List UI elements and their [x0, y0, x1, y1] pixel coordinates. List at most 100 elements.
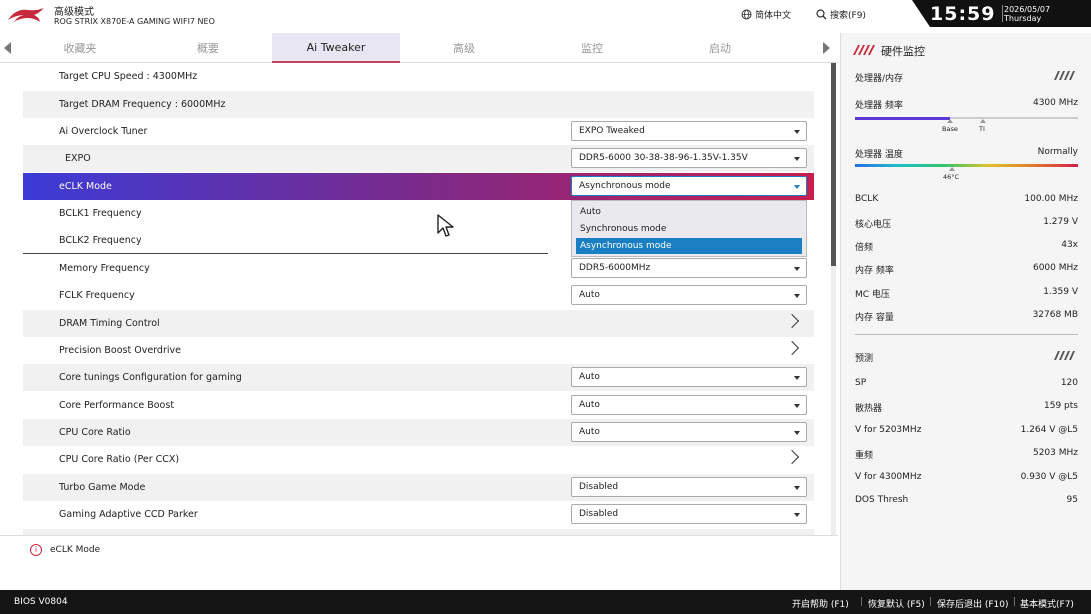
tab-left-arrow-icon[interactable] [4, 42, 11, 54]
dropdown-caret-icon [794, 157, 800, 161]
core-performance-boost-dropdown[interactable]: Auto [571, 395, 807, 415]
cpu-frequency-bar-fill [855, 117, 950, 120]
setting-row-fclk-frequency[interactable]: FCLK Frequency Auto [23, 282, 814, 309]
predict-value: 1.264 V @L5 [1020, 425, 1078, 435]
temperature-marker-label: 46°C [943, 173, 960, 181]
chevron-right-icon[interactable] [784, 340, 800, 356]
dropdown-value: Auto [579, 427, 600, 437]
cpu-memory-section-title: 处理器/内存 [855, 74, 904, 84]
search-button[interactable]: 搜索(F9) [816, 8, 866, 21]
tab-favorites[interactable]: 收藏夹 [16, 33, 144, 63]
stat-row-bclk: BCLK 100.00 MHz [855, 194, 1078, 204]
fclk-frequency-dropdown[interactable]: Auto [571, 285, 807, 305]
footer-separator: | [929, 597, 933, 607]
tab-ai-tweaker[interactable]: Ai Tweaker [272, 33, 400, 63]
setting-row-dram-timing-control[interactable]: DRAM Timing Control [23, 310, 814, 337]
basic-mode-f7-button[interactable]: 基本模式(F7) [1020, 597, 1074, 610]
cpu-frequency-row: 处理器 频率 4300 MHz [855, 98, 1078, 111]
date-text: 2026/05/07 [1004, 5, 1051, 14]
tab-right-arrow-icon[interactable] [823, 42, 830, 54]
setting-label: BCLK2 Frequency [59, 235, 142, 246]
option-asynchronous-mode[interactable]: Asynchronous mode [576, 238, 802, 254]
setting-label: EXPO [65, 153, 91, 164]
setting-row-expo[interactable]: EXPO DDR5-6000 30-38-38-96-1.35V-1.35V [23, 145, 814, 172]
dropdown-value: Auto [579, 290, 600, 300]
help-text: eCLK Mode [50, 545, 101, 555]
footer-separator: | [1013, 597, 1017, 607]
chevron-right-icon[interactable] [784, 313, 800, 329]
stat-value: 1.279 V [1043, 217, 1078, 227]
setting-row-core-tunings[interactable]: Core tunings Configuration for gaming Au… [23, 364, 814, 391]
clock-time: 15:59 [930, 3, 996, 25]
ti-marker-icon [980, 119, 986, 123]
setting-row-cpu-core-ratio[interactable]: CPU Core Ratio Auto [23, 419, 814, 446]
dropdown-value: DDR5-6000 30-38-38-96-1.35V-1.35V [579, 153, 748, 163]
clock-date: 2026/05/07 Thursday [1004, 5, 1050, 23]
setting-row-memory-frequency[interactable]: Memory Frequency DDR5-6000MHz [23, 255, 814, 282]
tab-overview[interactable]: 概要 [144, 33, 272, 63]
predict-label: DOS Thresh [855, 495, 909, 505]
stat-label: 内存 频率 [855, 266, 894, 276]
language-label: 简体中文 [755, 11, 792, 21]
stat-row-ratio: 倍频 43x [855, 240, 1078, 253]
ai-overclock-tuner-dropdown[interactable]: EXPO Tweaked [571, 121, 807, 141]
search-label: 搜索(F9) [830, 11, 866, 21]
memory-frequency-dropdown[interactable]: DDR5-6000MHz [571, 258, 807, 278]
option-auto[interactable]: Auto [576, 204, 802, 220]
chevron-right-icon[interactable] [784, 449, 800, 465]
setting-row-cpu-core-ratio-per-ccx[interactable]: CPU Core Ratio (Per CCX) [23, 446, 814, 473]
hardware-monitor-title: 硬件监控 [881, 45, 925, 58]
gaming-adaptive-ccd-parker-dropdown[interactable]: Disabled [571, 504, 807, 524]
load-defaults-f5-button[interactable]: 恢复默认 (F5) [868, 597, 925, 610]
setting-label: CPU Core Ratio (Per CCX) [59, 454, 180, 465]
prediction-section-title: 预测 [855, 354, 874, 364]
globe-icon [741, 9, 752, 20]
setting-row-eclk-mode[interactable]: eCLK Mode Asynchronous mode [23, 173, 814, 200]
predict-label: 重频 [855, 451, 874, 461]
cpu-temperature-bar [855, 164, 1078, 167]
cpu-temperature-value: Normally [1037, 147, 1078, 157]
help-f1-button[interactable]: 开启帮助 (F1) [792, 597, 849, 610]
header: 高级模式 ROG STRIX X870E-A GAMING WIFI7 NEO … [0, 0, 1091, 33]
tab-bar: 收藏夹 概要 Ai Tweaker 高级 监控 启动 [0, 33, 838, 63]
core-tunings-dropdown[interactable]: Auto [571, 367, 807, 387]
setting-label: Precision Boost Overdrive [59, 345, 181, 356]
eclk-mode-dropdown[interactable]: Asynchronous mode [571, 176, 807, 196]
section-stripes-icon [1054, 351, 1075, 360]
predict-row-v-4300: V for 4300MHz 0.930 V @L5 [855, 472, 1078, 482]
dropdown-caret-icon [794, 431, 800, 435]
clock-divider [1002, 5, 1003, 22]
save-exit-f10-button[interactable]: 保存后退出 (F10) [937, 597, 1009, 610]
help-bar: i eCLK Mode [0, 535, 838, 590]
scrollbar-thumb[interactable] [831, 63, 836, 266]
expo-dropdown[interactable]: DDR5-6000 30-38-38-96-1.35V-1.35V [571, 148, 807, 168]
tab-monitor[interactable]: 监控 [528, 33, 656, 63]
bios-version: BIOS V0804 [14, 597, 68, 607]
setting-label: Core tunings Configuration for gaming [59, 372, 242, 383]
ti-marker-label: TI [979, 125, 985, 133]
setting-row-precision-boost-overdrive[interactable]: Precision Boost Overdrive [23, 337, 814, 364]
predict-label: SP [855, 378, 867, 388]
option-synchronous-mode[interactable]: Synchronous mode [576, 221, 802, 237]
tab-boot[interactable]: 启动 [656, 33, 784, 63]
base-marker-label: Base [942, 125, 958, 133]
language-button[interactable]: 简体中文 [741, 8, 791, 21]
predict-row-cooler: 散热器 159 pts [855, 401, 1078, 414]
cpu-frequency-value: 4300 MHz [1032, 98, 1078, 108]
dropdown-value: EXPO Tweaked [579, 126, 645, 136]
stat-row-memory-capacity: 内存 容量 32768 MB [855, 310, 1078, 323]
stat-label: MC 电压 [855, 290, 890, 300]
stat-value: 100.00 MHz [1024, 194, 1078, 204]
setting-row-bclk2-frequency[interactable]: BCLK2 Frequency [23, 227, 548, 254]
stat-value: 43x [1061, 240, 1078, 250]
setting-label: Memory Frequency [59, 263, 150, 274]
setting-row-ai-overclock-tuner[interactable]: Ai Overclock Tuner EXPO Tweaked [23, 118, 814, 145]
dropdown-caret-icon [794, 294, 800, 298]
setting-row-core-performance-boost[interactable]: Core Performance Boost Auto [23, 392, 814, 419]
setting-label: Ai Overclock Tuner [59, 126, 148, 137]
setting-row-turbo-game-mode[interactable]: Turbo Game Mode Disabled [23, 474, 814, 501]
tab-advanced[interactable]: 高级 [400, 33, 528, 63]
turbo-game-mode-dropdown[interactable]: Disabled [571, 477, 807, 497]
cpu-core-ratio-dropdown[interactable]: Auto [571, 422, 807, 442]
setting-row-gaming-adaptive-ccd-parker[interactable]: Gaming Adaptive CCD Parker Disabled [23, 501, 814, 528]
